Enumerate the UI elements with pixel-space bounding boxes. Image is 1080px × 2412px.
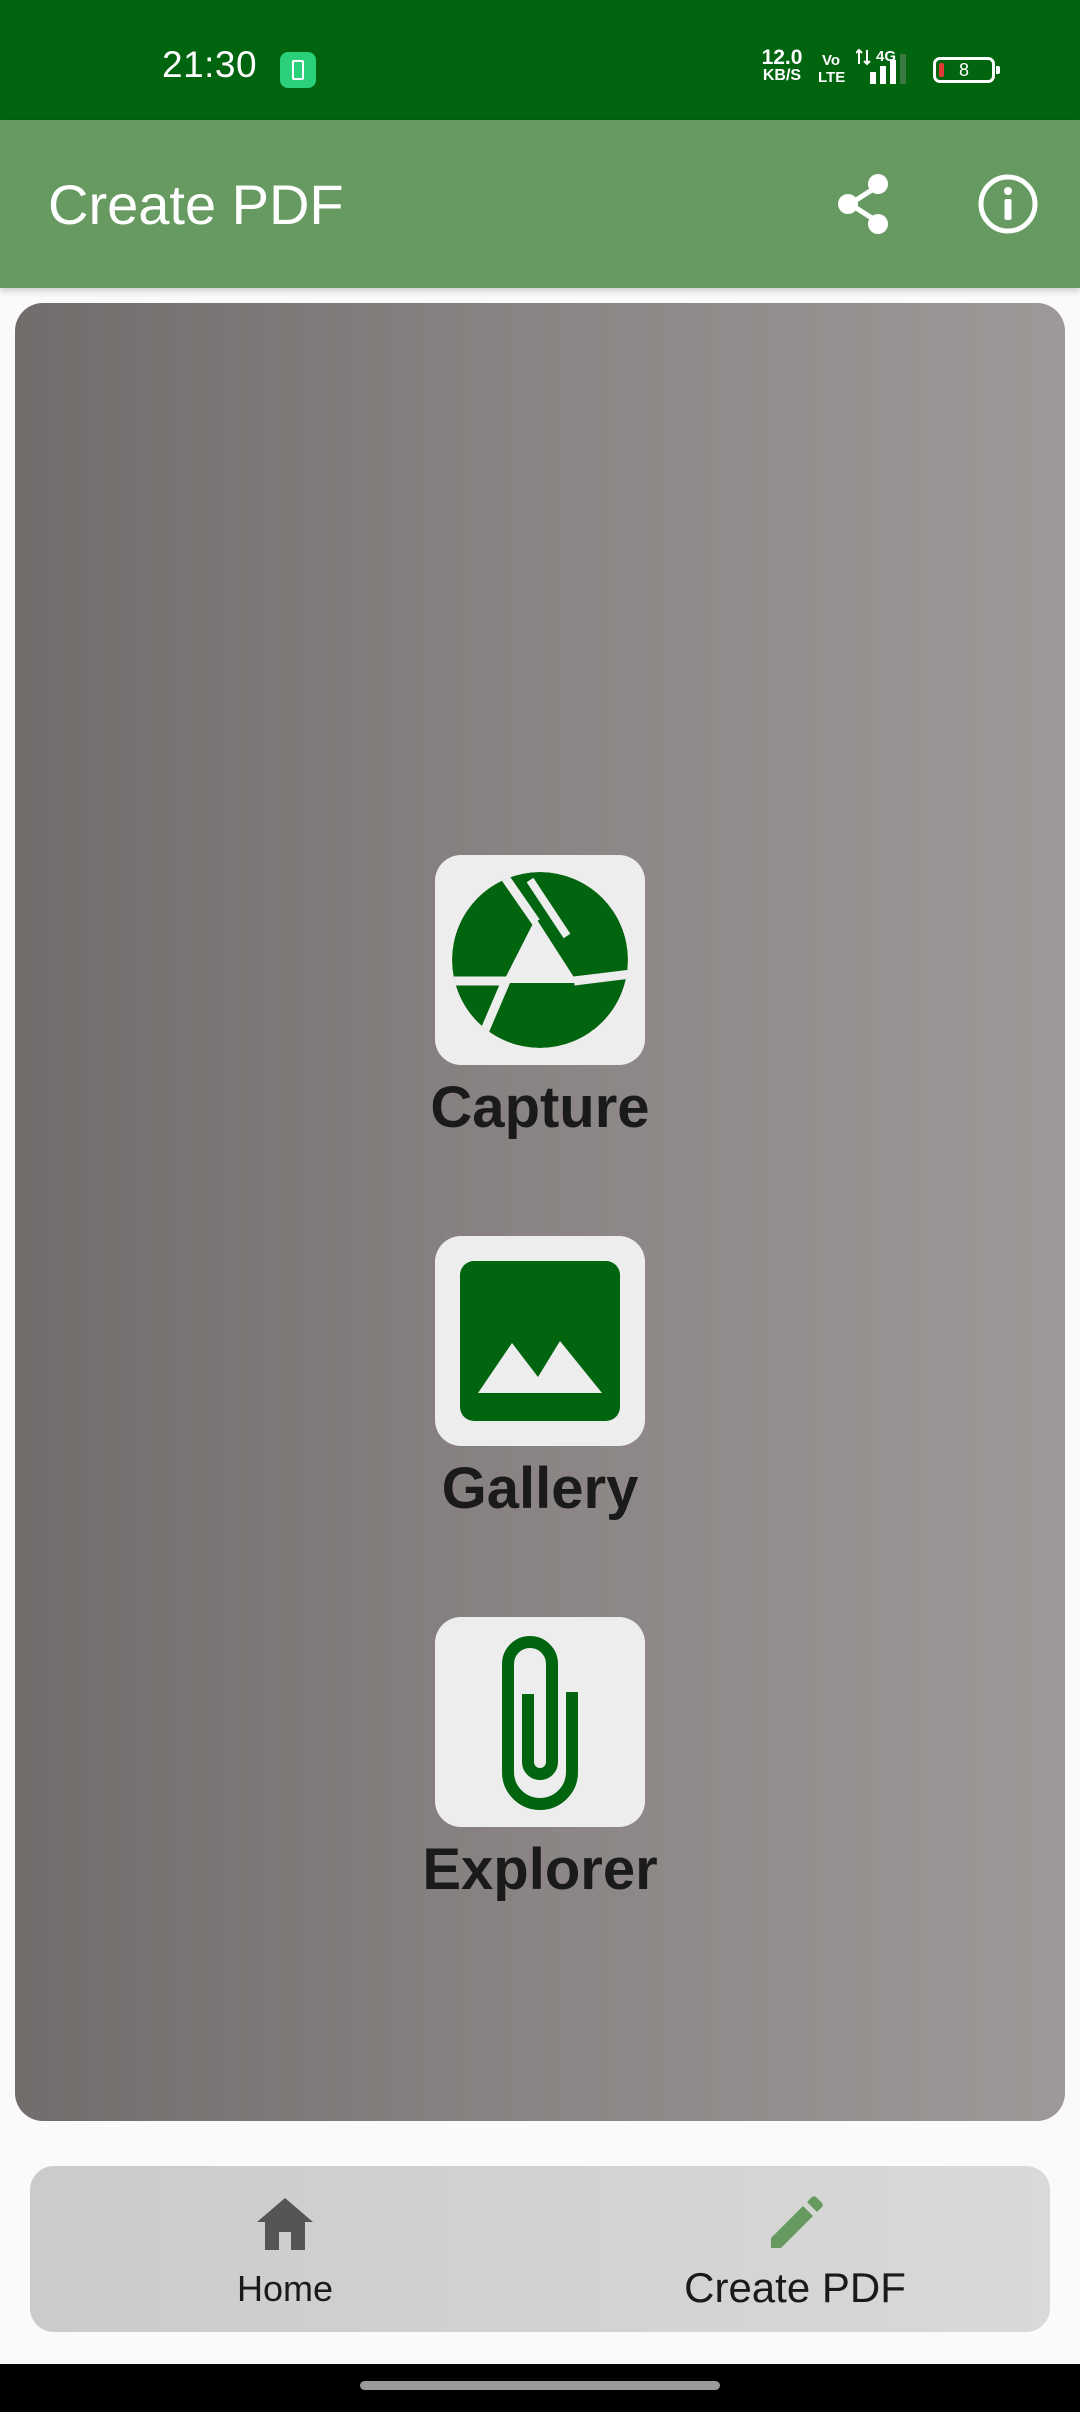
- paperclip-icon: [502, 1636, 578, 1810]
- image-icon: [460, 1261, 620, 1421]
- network-speed-unit: KB/S: [762, 67, 802, 84]
- explorer-tile[interactable]: [435, 1617, 645, 1827]
- gallery-tile[interactable]: [435, 1236, 645, 1446]
- nav-item-create-pdf[interactable]: Create PDF: [540, 2166, 1050, 2332]
- info-icon: [978, 174, 1038, 234]
- status-time: 21:30: [162, 44, 258, 85]
- info-button[interactable]: [968, 164, 1048, 244]
- battery-saver-icon: [280, 52, 316, 88]
- signal-icon: 4G: [855, 48, 920, 93]
- volte-top: Vo: [821, 52, 841, 69]
- camera-aperture-icon: [452, 872, 628, 1048]
- volte-bottom: LTE: [818, 69, 846, 86]
- battery-level: 8: [958, 60, 969, 80]
- share-button[interactable]: [824, 164, 904, 244]
- page-title: Create PDF: [48, 173, 344, 236]
- share-icon: [838, 174, 888, 234]
- gallery-action[interactable]: Gallery: [0, 1236, 1080, 1524]
- capture-action[interactable]: Capture: [0, 855, 1080, 1143]
- system-navigation-bar: [0, 2364, 1080, 2412]
- volte-indicator: Vo LTE: [818, 52, 846, 86]
- pencil-icon: [771, 2196, 823, 2248]
- explorer-label: Explorer: [422, 1837, 658, 1902]
- network-speed: 12.0 KB/S: [756, 46, 808, 84]
- bottom-navigation: Home Create PDF: [30, 2166, 1050, 2332]
- status-bar: 21:30 12.0 KB/S Vo LTE 4G 8: [0, 0, 1080, 120]
- capture-label: Capture: [430, 1075, 650, 1140]
- nav-item-home[interactable]: Home: [30, 2166, 540, 2332]
- nav-label-home: Home: [236, 2268, 334, 2309]
- app-bar: Create PDF: [0, 120, 1080, 288]
- gallery-label: Gallery: [441, 1456, 639, 1521]
- battery-icon: 8: [933, 57, 1000, 83]
- capture-tile[interactable]: [435, 855, 645, 1065]
- network-speed-value: 12.0: [761, 46, 803, 69]
- nav-label-create-pdf: Create PDF: [684, 2264, 906, 2311]
- gesture-handle[interactable]: [360, 2381, 720, 2390]
- home-icon: [257, 2198, 313, 2250]
- explorer-action[interactable]: Explorer: [0, 1617, 1080, 1905]
